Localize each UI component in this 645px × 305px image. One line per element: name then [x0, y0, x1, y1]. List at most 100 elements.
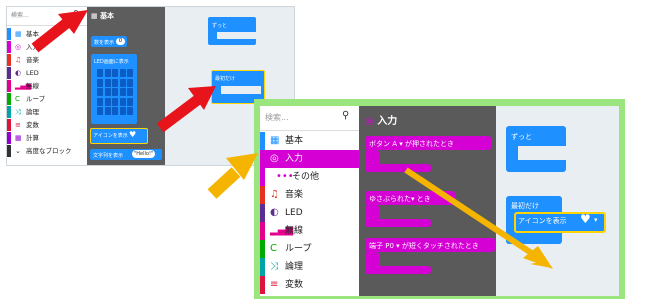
toolbox-category-2[interactable]: ••• その他 — [260, 168, 359, 186]
category-color-bar — [260, 240, 265, 258]
category-label: 論理 — [285, 262, 304, 272]
category-icon: ◎ — [270, 153, 279, 164]
category-icon: ≡ — [15, 121, 21, 129]
category-label: 計算 — [26, 134, 39, 142]
button-pressed-label: ボタン A ▾ が押されたとき — [369, 140, 454, 148]
category-icon: C — [270, 243, 277, 254]
search-input[interactable]: 検索... — [265, 112, 289, 123]
toolbox-category-5[interactable]: C ループ — [7, 93, 87, 105]
pin-pressed-foot — [365, 266, 431, 274]
category-label: 音楽 — [26, 56, 39, 64]
chevron-down-icon[interactable]: ▾ — [594, 216, 598, 224]
toolbox-category-2[interactable]: ♫ 音楽 — [7, 54, 87, 66]
led-cell[interactable] — [104, 69, 111, 77]
large-editor-screenshot: 検索... ⚲ ▦ 基本 ◎ 入力 ••• その他 ♫ 音楽 ◐ LED ▂▄▆ 無線 C ループ ⤨ 論理 ≡… — [254, 99, 625, 299]
category-color-bar — [260, 168, 265, 186]
search-icon[interactable]: ⚲ — [342, 110, 349, 121]
category-color-bar — [7, 145, 11, 157]
toolbox-category-6[interactable]: ⤨ 論理 — [7, 106, 87, 118]
led-cell[interactable] — [127, 88, 133, 96]
toolbox-search[interactable]: 検索... ⚲ — [7, 7, 87, 26]
category-icon: ◎ — [15, 43, 22, 51]
toolbox-category-4[interactable]: ▂▄▆ 無線 — [7, 80, 87, 92]
category-icon: ≡ — [270, 279, 279, 290]
led-cell[interactable] — [127, 97, 133, 106]
show-number-label: 数を表示 — [94, 40, 115, 46]
category-label: 音楽 — [285, 190, 304, 200]
led-cell[interactable] — [97, 97, 103, 106]
category-icon: ♫ — [270, 189, 279, 200]
toolbox-category-6[interactable]: C ループ — [260, 240, 359, 258]
toolbox-category-3[interactable]: ◐ LED — [7, 67, 87, 79]
forever-slot — [217, 32, 256, 39]
led-cell[interactable] — [97, 78, 103, 87]
show-string-label: 文字列を表示 — [93, 153, 124, 159]
led-cell[interactable] — [104, 107, 111, 115]
led-cell[interactable] — [119, 107, 126, 115]
category-color-bar — [7, 54, 11, 66]
toolbox-category-3[interactable]: ♫ 音楽 — [260, 186, 359, 204]
led-cell[interactable] — [112, 69, 118, 77]
number-value[interactable]: 0 — [116, 38, 125, 45]
category-color-bar — [7, 132, 11, 144]
toolbox-category-1[interactable]: ◎ 入力 — [7, 41, 87, 53]
category-label: ループ — [26, 95, 46, 103]
toolbox-sidebar: 検索... ⚲ ▦ 基本 ◎ 入力 ••• その他 ♫ 音楽 ◐ LED ▂▄▆ 無線 C ループ ⤨ 論理 ≡… — [260, 106, 360, 296]
category-icon: ▦ — [15, 30, 22, 38]
led-cell[interactable] — [104, 78, 111, 87]
toolbox-category-8[interactable]: ▦ 計算 — [7, 132, 87, 144]
led-cell[interactable] — [119, 78, 126, 87]
category-label: 高度なブロック — [26, 147, 72, 155]
led-cell[interactable] — [112, 97, 118, 106]
toolbox-category-7[interactable]: ≡ 変数 — [7, 119, 87, 131]
category-color-bar — [7, 41, 11, 53]
category-color-bar — [7, 119, 11, 131]
forever-label: ずっと — [212, 23, 228, 29]
led-cell[interactable] — [104, 88, 111, 96]
category-color-bar — [260, 132, 265, 150]
led-cell[interactable] — [127, 69, 133, 77]
small-editor-screenshot: 検索... ⚲ ▦ 基本 ◎ 入力 ♫ 音楽 ◐ LED ▂▄▆ 無線 C ループ ⤨ 論理 ≡ 変数 ▦ 計算 ⌄… — [6, 6, 295, 166]
led-cell[interactable] — [112, 78, 118, 87]
toolbox-category-5[interactable]: ▂▄▆ 無線 — [260, 222, 359, 240]
heart-icon[interactable]: ♥ — [580, 212, 591, 226]
show-leds-label: LED画面に表示 — [94, 59, 129, 65]
category-color-bar — [260, 186, 265, 204]
toolbox-category-4[interactable]: ◐ LED — [260, 204, 359, 222]
toolbox-category-0[interactable]: ▦ 基本 — [260, 132, 359, 150]
toolbox-category-9[interactable]: ⌄ 高度なブロック — [7, 145, 87, 157]
category-label: LED — [26, 69, 39, 77]
led-cell[interactable] — [119, 69, 126, 77]
led-cell[interactable] — [97, 69, 103, 77]
forever-label: ずっと — [511, 133, 532, 141]
toolbox-search[interactable]: 検索... ⚲ — [260, 106, 359, 131]
led-cell[interactable] — [97, 107, 103, 115]
category-label: 論理 — [26, 108, 39, 116]
toolbox-category-8[interactable]: ≡ 変数 — [260, 276, 359, 294]
workspace[interactable]: ずっと 最初だけ アイコンを表示 ♥ ▾ — [496, 106, 619, 296]
on-start-label: 最初だけ — [215, 76, 236, 82]
toolbox-category-1[interactable]: ◎ 入力 — [260, 150, 359, 168]
toolbox-category-0[interactable]: ▦ 基本 — [7, 28, 87, 40]
category-icon: ⌄ — [15, 147, 21, 155]
category-color-bar — [260, 150, 265, 168]
toolbox-category-7[interactable]: ⤨ 論理 — [260, 258, 359, 276]
search-input[interactable]: 検索... — [11, 10, 29, 19]
led-cell[interactable] — [127, 78, 133, 87]
led-cell[interactable] — [104, 97, 111, 106]
search-icon[interactable]: ⚲ — [73, 9, 79, 18]
led-cell[interactable] — [112, 107, 118, 115]
category-color-bar — [260, 222, 265, 240]
led-cell[interactable] — [127, 107, 133, 115]
led-cell[interactable] — [119, 97, 126, 106]
category-label: 変数 — [26, 121, 39, 129]
led-cell[interactable] — [119, 88, 126, 96]
category-label: 基本 — [285, 136, 304, 146]
led-cell[interactable] — [97, 88, 103, 96]
toolbox-sidebar: 検索... ⚲ ▦ 基本 ◎ 入力 ♫ 音楽 ◐ LED ▂▄▆ 無線 C ループ ⤨ 論理 ≡ 変数 ▦ 計算 ⌄… — [7, 7, 88, 165]
category-label: 無線 — [285, 226, 304, 236]
string-value[interactable]: "Hello!" — [132, 150, 156, 158]
led-grid[interactable] — [97, 69, 133, 117]
led-cell[interactable] — [112, 88, 118, 96]
heart-icon[interactable]: ♥ — [129, 130, 136, 139]
